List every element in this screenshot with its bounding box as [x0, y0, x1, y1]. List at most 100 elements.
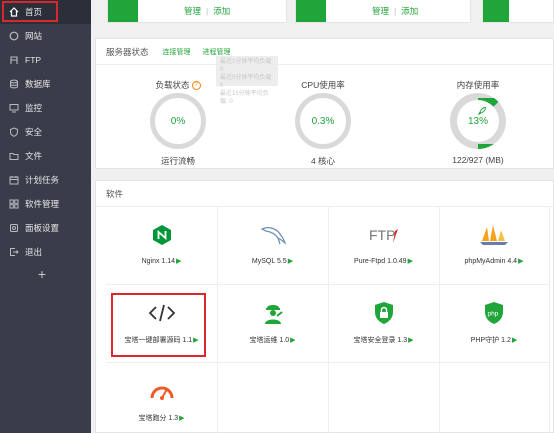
server-status-title: 服务器状态 — [106, 46, 149, 57]
gauge-value: 13% — [467, 115, 488, 127]
connection-manage-link[interactable]: 连接管理 — [163, 47, 191, 57]
load-gauge: 负载状态? 0% 运行流畅 — [133, 79, 223, 167]
gauge-subtitle: 4 核心 — [310, 156, 336, 166]
ftp-logo-icon: FTP — [369, 227, 398, 243]
sidebar-item-label: 文件 — [25, 151, 43, 161]
tooltip-line: 最近15分钟平均负载: 0 — [220, 91, 269, 105]
manage-link[interactable]: 管理 — [372, 6, 389, 16]
software-item-safe-login[interactable]: 宝塔安全登录 1.3▶ — [328, 285, 440, 363]
gauge-value: 0.3% — [311, 115, 335, 127]
link-separator: | — [394, 6, 397, 16]
gauge-ring: 13% — [450, 93, 506, 149]
php-shield-icon: php — [485, 302, 503, 324]
software-name: phpMyAdmin 4.4 — [464, 258, 518, 265]
summary-card-accent — [296, 0, 326, 22]
grid-icon — [9, 199, 19, 209]
summary-card: 管理 | 添加 — [295, 0, 471, 23]
software-item-mysql[interactable]: MySQL 5.5▶ — [217, 207, 329, 285]
logout-icon — [10, 248, 19, 256]
phpmyadmin-sailboat-icon — [480, 225, 508, 245]
calendar-icon — [9, 176, 19, 185]
process-manage-link[interactable]: 进程管理 — [203, 47, 231, 57]
sidebar-item-monitor[interactable]: 监控 — [0, 96, 91, 120]
gauge-title: 负载状态 — [155, 80, 190, 90]
gauge-title: CPU使用率 — [301, 80, 345, 90]
sidebar-item-label: 软件管理 — [25, 199, 60, 209]
sidebar-item-database[interactable]: 数据库 — [0, 72, 91, 96]
main-content: 管理 | 添加 管理 | 添加 服务器状态 连接管理 进程管理 负载状态? 0% 运行流… — [91, 0, 554, 433]
tooltip-line: 最近1分钟平均负载: 0 — [220, 59, 274, 73]
gauge-ring: 0% — [150, 93, 206, 149]
sidebar-item-label: 网站 — [25, 31, 43, 41]
link-separator: | — [206, 6, 209, 16]
software-name: MySQL 5.5 — [251, 258, 287, 265]
sidebar-item-files[interactable]: 文件 — [0, 144, 91, 168]
home-highlight-box — [2, 1, 58, 22]
gauge-ring: 0.3% — [295, 93, 351, 149]
sidebar-item-logout[interactable]: 退出 — [0, 240, 91, 264]
summary-card — [482, 0, 554, 23]
gauge-value: 0% — [170, 115, 186, 127]
add-link[interactable]: 添加 — [401, 6, 418, 16]
tooltip-line: 最近5分钟平均负载: 0 — [220, 75, 274, 89]
gauge-subtitle: 运行流畅 — [160, 156, 195, 166]
software-item-benchmark[interactable]: 宝塔跑分 1.3▶ — [106, 363, 218, 433]
server-status-panel: 服务器状态 连接管理 进程管理 负载状态? 0% 运行流畅 CPU使用率 0.3… — [95, 38, 554, 169]
sidebar-item-security[interactable]: 安全 — [0, 120, 91, 144]
sidebar-item-software[interactable]: 软件管理 — [0, 192, 91, 216]
folder-icon — [9, 153, 19, 160]
software-name: 宝塔运维 1.0 — [249, 337, 290, 344]
database-icon — [10, 79, 18, 89]
cpu-gauge: CPU使用率 0.3% 4 核心 — [278, 79, 368, 167]
summary-card-accent — [483, 0, 509, 22]
globe-icon — [9, 31, 19, 41]
sidebar-item-label: 数据库 — [25, 79, 51, 89]
software-name: 宝塔安全登录 1.3 — [353, 337, 408, 344]
ftp-icon — [10, 56, 18, 64]
summary-card: 管理 | 添加 — [107, 0, 287, 23]
play-icon: ▶ — [511, 337, 518, 344]
shield-icon — [10, 127, 18, 137]
play-icon: ▶ — [179, 415, 185, 422]
software-empty-cell — [439, 363, 550, 433]
svg-text:php: php — [488, 311, 499, 318]
gauge-subtitle: 122/927 (MB) — [452, 155, 504, 165]
software-item-php-guard[interactable]: php PHP守护 1.2▶ — [439, 285, 550, 363]
manage-link[interactable]: 管理 — [184, 6, 201, 16]
software-name: PHP守护 1.2 — [470, 337, 511, 344]
monitor-icon — [9, 104, 19, 113]
add-link[interactable]: 添加 — [213, 6, 230, 16]
settings-icon — [10, 224, 18, 232]
add-icon[interactable]: + — [36, 267, 48, 281]
software-name: Nginx 1.14 — [141, 258, 176, 265]
sidebar-item-settings[interactable]: 面板设置 — [0, 216, 91, 240]
speedometer-icon — [150, 386, 173, 400]
sidebar-item-ftp[interactable]: FTP — [0, 48, 91, 72]
software-empty-cell — [328, 363, 440, 433]
rocket-icon[interactable] — [477, 106, 487, 116]
sidebar-item-label: 退出 — [25, 247, 43, 257]
software-title: 软件 — [106, 188, 124, 199]
deploy-highlight-box — [111, 293, 206, 357]
load-tooltip: 最近1分钟平均负载: 0 最近5分钟平均负载: 0 最近15分钟平均负载: 0 — [216, 56, 278, 105]
software-item-phpmyadmin[interactable]: phpMyAdmin 4.4▶ — [439, 207, 550, 285]
sidebar-item-cron[interactable]: 计划任务 — [0, 168, 91, 192]
lock-icon — [374, 302, 393, 324]
play-icon: ▶ — [407, 258, 413, 265]
play-icon: ▶ — [290, 337, 296, 344]
sidebar-item-website[interactable]: 网站 — [0, 24, 91, 48]
gauge-title: 内存使用率 — [456, 80, 500, 90]
svg-text:FTP: FTP — [369, 227, 395, 243]
memory-gauge[interactable]: 内存使用率 13% 122/927 (MB) — [433, 79, 523, 165]
software-item-pureftpd[interactable]: FTP Pure-Ftpd 1.0.49▶ — [328, 207, 440, 285]
software-item-nginx[interactable]: Nginx 1.14▶ — [106, 207, 218, 285]
sidebar-item-label: 安全 — [25, 127, 43, 137]
play-icon: ▶ — [408, 337, 414, 344]
software-name: Pure-Ftpd 1.0.49 — [354, 258, 407, 265]
sidebar: 首页 网站 FTP 数据库 监控 安全 文件 计划任务 软件管理 面板设置 退出 — [0, 0, 91, 433]
help-icon[interactable]: ? — [191, 81, 201, 91]
summary-card-accent — [108, 0, 138, 22]
play-icon: ▶ — [176, 258, 182, 265]
software-item-ops[interactable]: 宝塔运维 1.0▶ — [217, 285, 329, 363]
sidebar-item-label: 计划任务 — [25, 175, 60, 185]
